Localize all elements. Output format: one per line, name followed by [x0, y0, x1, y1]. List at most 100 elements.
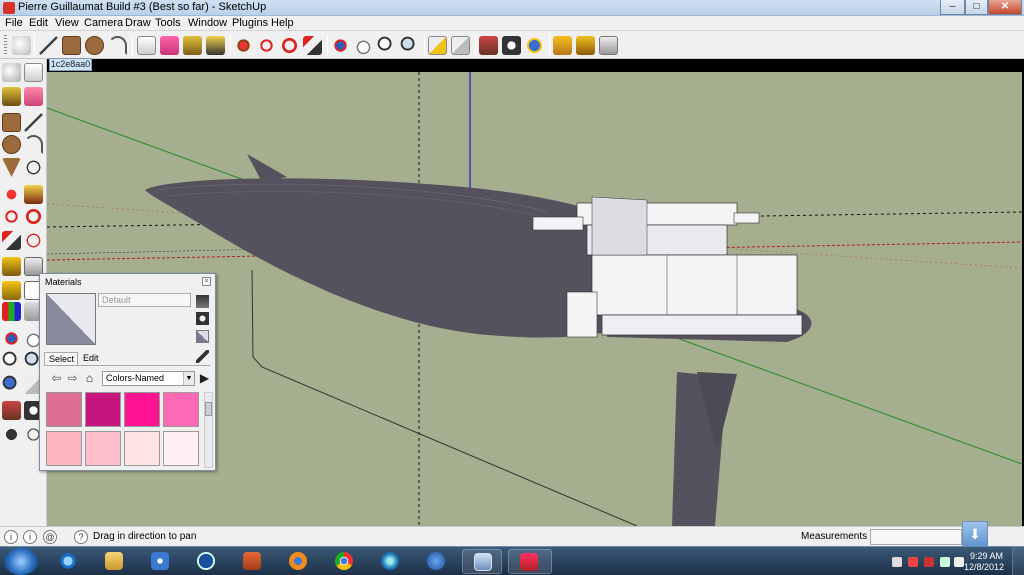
details-arrow-icon[interactable]: ▶	[198, 372, 211, 385]
swatch[interactable]	[46, 431, 82, 466]
eraser-icon[interactable]	[160, 36, 179, 55]
zune-icon[interactable]	[370, 549, 410, 574]
walk-icon[interactable]	[2, 425, 21, 444]
menu-plugins[interactable]: Plugins	[232, 17, 268, 29]
previous-view-icon[interactable]	[428, 36, 447, 55]
select-icon[interactable]	[2, 63, 21, 82]
pinned-app-icon[interactable]	[232, 549, 272, 574]
start-button[interactable]	[4, 548, 38, 575]
move-icon[interactable]	[234, 36, 253, 55]
help-icon[interactable]: ?	[74, 530, 88, 544]
tab-select[interactable]: Select	[44, 352, 78, 366]
select-icon[interactable]	[12, 36, 31, 55]
file-explorer-icon[interactable]	[94, 549, 134, 574]
chrome-icon[interactable]	[324, 549, 364, 574]
axes-icon[interactable]	[2, 302, 21, 321]
follow-me-icon[interactable]	[24, 207, 43, 226]
paint-bucket-icon[interactable]	[183, 36, 202, 55]
scene-tab[interactable]: 1c2e8aa0	[49, 58, 92, 71]
rectangle-icon[interactable]	[2, 113, 21, 132]
swatch[interactable]	[85, 392, 121, 427]
rotate-icon[interactable]	[257, 36, 276, 55]
make-component-icon[interactable]	[137, 36, 156, 55]
maximize-button[interactable]: □	[965, 0, 988, 15]
user-icon[interactable]: @	[43, 530, 57, 544]
tab-edit[interactable]: Edit	[79, 352, 109, 366]
next-view-icon[interactable]	[451, 36, 470, 55]
move-icon[interactable]	[2, 185, 21, 204]
arc-icon[interactable]	[24, 135, 43, 154]
protractor-icon[interactable]	[2, 281, 21, 300]
freehand-icon[interactable]	[24, 158, 43, 177]
menu-file[interactable]: File	[5, 17, 23, 29]
measurements-input[interactable]	[870, 529, 962, 545]
push-pull-icon[interactable]	[206, 36, 225, 55]
zoom-extents-icon[interactable]	[400, 36, 419, 55]
forward-arrow-icon[interactable]: ⇨	[66, 372, 79, 385]
walk-icon[interactable]	[502, 36, 521, 55]
internet-explorer-icon[interactable]	[48, 549, 88, 574]
eraser-icon[interactable]	[24, 87, 43, 106]
tray-alert-icon[interactable]	[908, 557, 918, 567]
arc-icon[interactable]	[108, 36, 127, 55]
download-arrow-icon[interactable]: ⬇	[962, 521, 988, 547]
help-icon[interactable]	[416, 549, 456, 574]
pan-icon[interactable]	[354, 36, 373, 55]
close-icon[interactable]: ×	[202, 277, 211, 286]
menu-draw[interactable]: Draw	[125, 17, 151, 29]
swatch[interactable]	[124, 392, 160, 427]
credits-icon[interactable]: i	[23, 530, 37, 544]
media-player-icon[interactable]	[140, 549, 180, 574]
display-secondary-icon[interactable]	[196, 295, 209, 308]
orbit-icon[interactable]	[2, 329, 21, 348]
rotate-icon[interactable]	[2, 207, 21, 226]
menu-view[interactable]: View	[55, 17, 79, 29]
back-arrow-icon[interactable]: ⇦	[50, 372, 63, 385]
hp-icon[interactable]	[186, 549, 226, 574]
swatch-scrollbar[interactable]	[204, 392, 213, 468]
volume-icon[interactable]	[954, 557, 964, 567]
zoom-icon[interactable]	[2, 351, 21, 370]
rectangle-icon[interactable]	[62, 36, 81, 55]
clock-date[interactable]: 12/8/2012	[964, 562, 1004, 572]
menu-camera[interactable]: Camera	[84, 17, 123, 29]
circle-icon[interactable]	[85, 36, 104, 55]
swatch[interactable]	[124, 431, 160, 466]
line-icon[interactable]	[39, 36, 58, 55]
network-icon[interactable]	[940, 557, 950, 567]
line-icon[interactable]	[24, 113, 43, 132]
home-icon[interactable]: ⌂	[83, 372, 96, 385]
scale-icon[interactable]	[2, 231, 21, 250]
menu-help[interactable]: Help	[271, 17, 294, 29]
paint-bucket-icon[interactable]	[2, 87, 21, 106]
zoom-icon[interactable]	[377, 36, 396, 55]
follow-me-icon[interactable]	[280, 36, 299, 55]
close-button[interactable]: ✕	[988, 0, 1022, 15]
tape-measure-icon[interactable]	[2, 257, 21, 276]
menu-window[interactable]: Window	[188, 17, 227, 29]
zoom-extents-icon[interactable]	[2, 375, 21, 394]
swatch[interactable]	[85, 431, 121, 466]
material-name-field[interactable]: Default	[98, 293, 191, 307]
look-around-icon[interactable]	[525, 36, 544, 55]
minimize-button[interactable]: –	[940, 0, 965, 15]
swatch[interactable]	[163, 431, 199, 466]
show-desktop-button[interactable]	[1012, 547, 1024, 575]
swatch[interactable]	[46, 392, 82, 427]
share-component-icon[interactable]	[599, 36, 618, 55]
sample-paint-icon[interactable]	[196, 350, 209, 363]
position-camera-icon[interactable]	[2, 401, 21, 420]
clock-time[interactable]: 9:29 AM	[970, 551, 1003, 561]
window-app-icon[interactable]	[462, 549, 502, 574]
make-component-icon[interactable]	[24, 63, 43, 82]
scale-icon[interactable]	[303, 36, 322, 55]
geo-location-icon[interactable]: i	[4, 530, 18, 544]
polygon-icon[interactable]	[2, 158, 21, 177]
toolbar-grip[interactable]	[4, 35, 7, 56]
library-dropdown[interactable]: Colors-Named ▼	[102, 371, 195, 386]
scrollbar-thumb[interactable]	[205, 402, 212, 416]
swatch[interactable]	[163, 392, 199, 427]
circle-icon[interactable]	[2, 135, 21, 154]
get-models-icon[interactable]	[553, 36, 572, 55]
firefox-icon[interactable]	[278, 549, 318, 574]
